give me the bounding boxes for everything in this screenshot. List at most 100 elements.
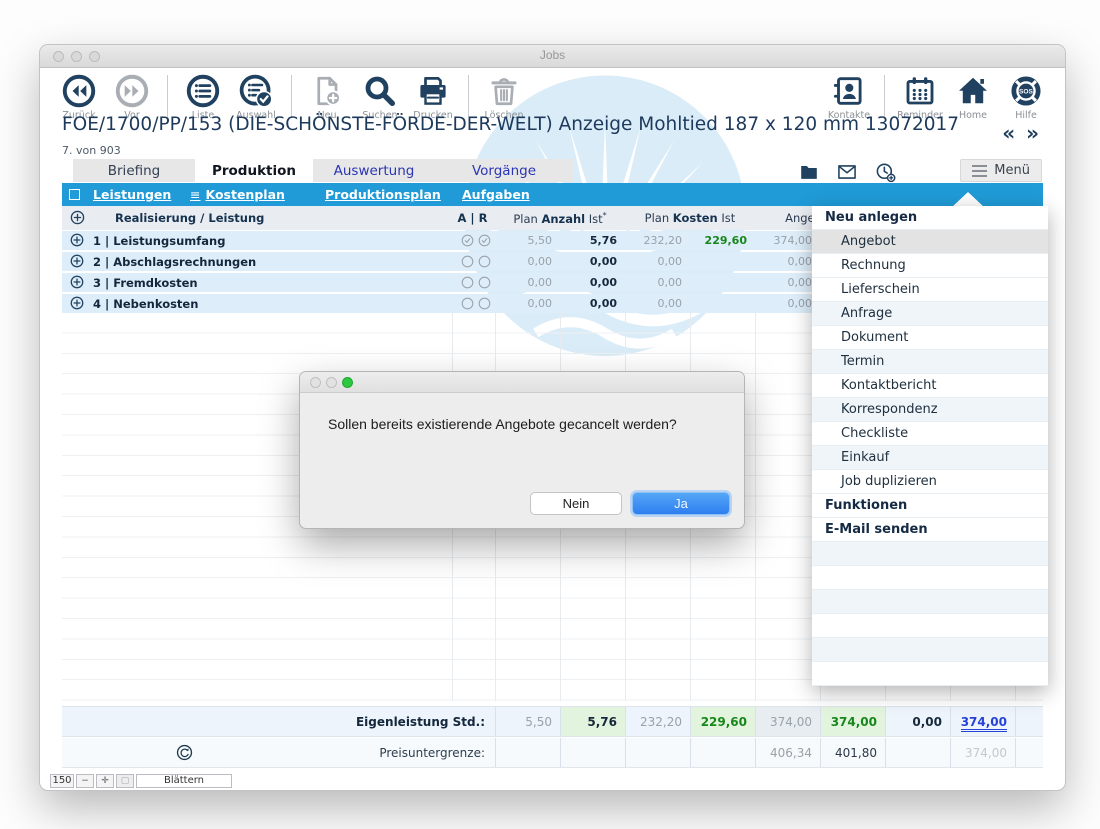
tab-auswertung[interactable]: Auswertung (313, 159, 435, 182)
zoom-in-icon[interactable]: ✛ (96, 774, 114, 788)
select-all-checkbox[interactable] (69, 189, 80, 200)
window-title: Jobs (40, 48, 1065, 62)
tab-produktion[interactable]: Produktion (195, 159, 313, 182)
calendar-icon (902, 71, 938, 109)
summary-value (495, 738, 560, 767)
row-value: 0,00 (495, 255, 552, 268)
menu-item-anfrage[interactable]: Anfrage (812, 302, 1048, 326)
dialog-zoom-icon[interactable] (342, 377, 353, 388)
subnav-link-produktionsplan[interactable]: Produktionsplan (325, 187, 441, 202)
record-position: 7. von 903 (62, 144, 121, 157)
menu-caret (952, 192, 984, 207)
menu-item-lieferschein[interactable]: Lieferschein (812, 278, 1048, 302)
summary-value: 406,34 (755, 738, 820, 767)
menu-item-e-mail-senden[interactable]: E-Mail senden (812, 518, 1048, 542)
toolbar-divider (468, 75, 469, 117)
svg-text:SOS: SOS (1019, 89, 1034, 96)
row-value: 229,60 (690, 234, 747, 247)
dialog-close-icon[interactable] (310, 377, 321, 388)
row-value: 0,00 (755, 276, 812, 289)
expand-row-icon[interactable] (69, 295, 85, 315)
menu-item-korrespondenz[interactable]: Korrespondenz (812, 398, 1048, 422)
column-header-name: Realisierung / Leistung (115, 211, 264, 225)
summary-value[interactable]: 374,00 (950, 707, 1015, 736)
a-status-icon[interactable] (460, 254, 475, 273)
menu-item-dokument[interactable]: Dokument (812, 326, 1048, 350)
prev-record-icon[interactable]: « (1002, 121, 1017, 145)
summary-value (885, 738, 950, 767)
row-value: 374,00 (755, 234, 812, 247)
expand-row-icon[interactable] (69, 232, 85, 252)
menu-item-kontaktbericht[interactable]: Kontaktbericht (812, 374, 1048, 398)
grid-line (755, 313, 756, 701)
menu-empty-row (812, 614, 1048, 638)
expand-row-icon[interactable] (69, 274, 85, 294)
expand-all-icon[interactable] (69, 209, 86, 230)
confirm-dialog: Sollen bereits existierende Angebote gec… (300, 372, 744, 528)
r-status-icon[interactable] (477, 254, 492, 273)
menu-empty-row (812, 566, 1048, 590)
subnav-bar: Leistungen ≡Kostenplan Produktionsplan Aufg… (62, 183, 1043, 206)
menu-item-einkauf[interactable]: Einkauf (812, 446, 1048, 470)
jobs-window: Jobs ZurückVorListeAuswahlNeuSuchenDruck… (40, 45, 1065, 790)
tab-vorg-nge[interactable]: Vorgänge (435, 159, 573, 182)
a-status-icon[interactable] (460, 233, 475, 252)
hamburger-icon (972, 162, 987, 180)
contact-card-icon (831, 71, 867, 109)
subnav-link-aufgaben[interactable]: Aufgaben (462, 187, 530, 202)
record-nav: « » (1002, 121, 1041, 145)
mode-selector[interactable]: Blättern (136, 774, 232, 788)
window-titlebar: Jobs (40, 45, 1065, 68)
subnav-link-kostenplan[interactable]: ≡Kostenplan (190, 187, 285, 202)
toolbar-divider (167, 75, 168, 117)
row-value: 0,00 (560, 297, 617, 310)
tab-briefing[interactable]: Briefing (73, 159, 195, 182)
list-circle-icon (185, 71, 221, 109)
next-record-icon[interactable]: » (1026, 121, 1041, 145)
menu-item-neu-anlegen[interactable]: Neu anlegen (812, 206, 1048, 230)
lifebuoy-icon: SOS (1008, 71, 1044, 109)
menu-button[interactable]: Menü (960, 159, 1042, 182)
r-status-icon[interactable] (477, 233, 492, 252)
row-value: 0,00 (560, 276, 617, 289)
menu-item-job-duplizieren[interactable]: Job duplizieren (812, 470, 1048, 494)
clock-plus-icon[interactable] (874, 161, 896, 183)
r-status-icon[interactable] (477, 275, 492, 294)
summary-label: Eigenleistung Std.: (62, 707, 495, 736)
toolbar-divider (291, 75, 292, 117)
layout-mode-icon[interactable]: ▢ (116, 774, 134, 788)
folder-icon[interactable] (798, 161, 820, 183)
envelope-icon[interactable] (836, 161, 858, 183)
row-value: 0,00 (755, 255, 812, 268)
row-value: 0,00 (755, 297, 812, 310)
menu-item-checkliste[interactable]: Checkliste (812, 422, 1048, 446)
toolbar-button-hilfe[interactable]: SOS Hilfe (1003, 71, 1049, 121)
zoom-level[interactable]: 150 (50, 774, 74, 788)
subnav-link-leistungen[interactable]: Leistungen (93, 187, 171, 202)
menu-item-rechnung[interactable]: Rechnung (812, 254, 1048, 278)
menu-item-angebot[interactable]: Angebot (812, 230, 1048, 254)
a-status-icon[interactable] (460, 275, 475, 294)
expand-row-icon[interactable] (69, 253, 85, 273)
column-header-group: Plan Kosten Ist (625, 211, 755, 225)
row-value: 0,00 (495, 276, 552, 289)
nein-button[interactable]: Nein (530, 492, 622, 515)
list-check-circle-icon (238, 71, 274, 109)
dialog-minimize-icon[interactable] (326, 377, 337, 388)
dropdown-menu: Neu anlegenAngebotRechnungLieferscheinAn… (812, 206, 1048, 686)
summary-value: 229,60 (690, 707, 755, 736)
summary-value: 374,00 (950, 738, 1015, 767)
summary-value (690, 738, 755, 767)
dialog-message: Sollen bereits existierende Angebote gec… (328, 416, 720, 432)
status-bar: 150 − ✛ ▢ Blättern (40, 772, 1065, 789)
menu-item-funktionen[interactable]: Funktionen (812, 494, 1048, 518)
menu-button-label: Menü (994, 163, 1030, 178)
row-value: 0,00 (560, 255, 617, 268)
summary-label-text: Preisuntergrenze: (379, 746, 485, 760)
toolbar-button-label: Hilfe (1015, 110, 1037, 121)
refresh-icon[interactable] (175, 743, 194, 765)
toolbar-divider (884, 75, 885, 117)
ja-button[interactable]: Ja (632, 492, 730, 515)
zoom-out-icon[interactable]: − (76, 774, 94, 788)
menu-item-termin[interactable]: Termin (812, 350, 1048, 374)
